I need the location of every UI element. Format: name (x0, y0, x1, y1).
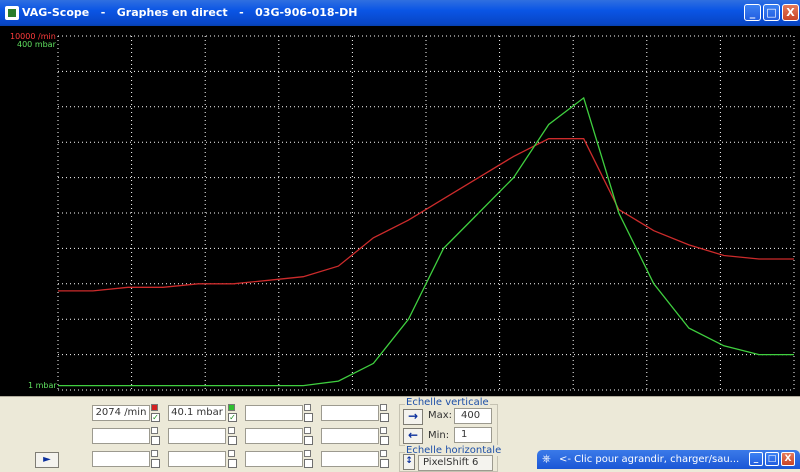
floating-window-title: <- Clic pour agrandir, charger/sau... (559, 454, 740, 465)
channel-5-value (92, 451, 150, 467)
channel-9-color[interactable] (304, 427, 311, 434)
min-label: Min: (428, 430, 450, 441)
channel-5-color[interactable] (151, 450, 158, 457)
channel-2-color[interactable] (228, 404, 235, 411)
series-line-pressure (58, 96, 794, 387)
minimize-button[interactable]: _ (744, 4, 761, 21)
channel-6-checkbox[interactable] (228, 459, 237, 468)
line-chart (57, 35, 795, 391)
channel-12-value (321, 451, 379, 467)
channel-7-checkbox[interactable] (304, 413, 313, 422)
vertical-scale-label: Echelle verticale (405, 397, 490, 408)
floating-close-button[interactable]: X (781, 452, 795, 466)
min-input[interactable]: 1 (454, 427, 492, 443)
window-title: VAG-Scope - Graphes en direct - 03G-906-… (22, 6, 358, 19)
channel-8-color[interactable] (380, 404, 387, 411)
max-input[interactable]: 400 (454, 408, 492, 424)
horizontal-scale-spinner[interactable]: ↕ (403, 454, 415, 470)
channel-10-checkbox[interactable] (380, 436, 389, 445)
channel-12-color[interactable] (380, 450, 387, 457)
channel-10-color[interactable] (380, 427, 387, 434)
channel-12-checkbox[interactable] (380, 459, 389, 468)
channel-8-checkbox[interactable] (380, 413, 389, 422)
floating-minimize-button[interactable]: _ (749, 452, 763, 466)
channel-1-checkbox[interactable]: ✓ (151, 413, 160, 422)
floating-maximize-button[interactable]: □ (765, 452, 779, 466)
channel-11-color[interactable] (304, 450, 311, 457)
channel-4-value (168, 428, 226, 444)
channel-11-checkbox[interactable] (304, 459, 313, 468)
channel-1-color[interactable] (151, 404, 158, 411)
channel-5-checkbox[interactable] (151, 459, 160, 468)
channel-4-checkbox[interactable] (228, 436, 237, 445)
play-button[interactable]: ► (35, 452, 59, 468)
channel-3-checkbox[interactable] (151, 436, 160, 445)
channel-7-value (245, 405, 303, 421)
pin-icon: ⎈ (542, 452, 551, 465)
scale-right-arrow-button[interactable]: → (403, 409, 423, 425)
channel-10-value (321, 428, 379, 444)
channel-9-value (245, 428, 303, 444)
channel-2-value: 40.1 mbar (168, 405, 226, 421)
close-button[interactable]: X (782, 4, 799, 21)
scale-left-arrow-button[interactable]: ← (403, 428, 423, 444)
channel-11-value (245, 451, 303, 467)
channel-3-color[interactable] (151, 427, 158, 434)
channel-9-checkbox[interactable] (304, 436, 313, 445)
app-icon (5, 6, 19, 20)
graph-area[interactable]: 10000 /min 400 mbar 1 mbar (0, 26, 800, 396)
grid-lines (57, 35, 795, 391)
channel-3-value (92, 428, 150, 444)
channel-2-checkbox[interactable]: ✓ (228, 413, 237, 422)
channel-6-color[interactable] (228, 450, 235, 457)
channel-7-color[interactable] (304, 404, 311, 411)
channel-4-color[interactable] (228, 427, 235, 434)
max-label: Max: (428, 410, 453, 421)
channel-8-value (321, 405, 379, 421)
channel-1-value: 2074 /min (92, 405, 150, 421)
maximize-button[interactable]: □ (763, 4, 780, 21)
floating-window[interactable]: ⎈ <- Clic pour agrandir, charger/sau... … (537, 450, 800, 469)
channel-6-value (168, 451, 226, 467)
title-bar: VAG-Scope - Graphes en direct - 03G-906-… (0, 0, 800, 26)
